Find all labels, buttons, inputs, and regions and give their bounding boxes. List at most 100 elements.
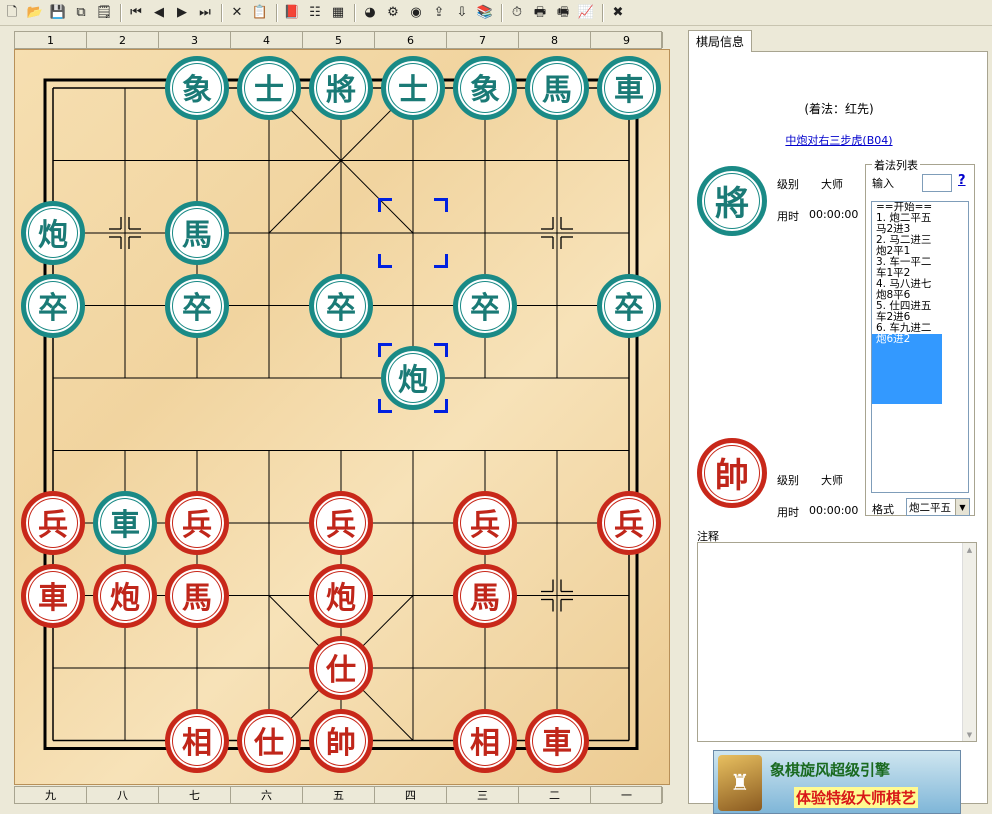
close-icon[interactable]: ✖ bbox=[608, 3, 628, 23]
black-piece[interactable]: 車 bbox=[93, 491, 157, 555]
red-piece[interactable]: 炮 bbox=[309, 563, 373, 628]
notes-textarea[interactable]: ▲ ▼ bbox=[697, 542, 977, 742]
move-input[interactable] bbox=[922, 174, 952, 192]
import-icon[interactable]: ⇩ bbox=[452, 3, 472, 23]
black-piece[interactable]: 炮 bbox=[21, 201, 85, 265]
black-piece[interactable]: 士 bbox=[381, 56, 445, 120]
red-piece[interactable]: 兵 bbox=[453, 491, 517, 555]
piece-label: 炮 bbox=[38, 218, 68, 253]
save-icon[interactable]: 💾 bbox=[48, 3, 68, 23]
black-piece[interactable]: 卒 bbox=[453, 273, 517, 338]
tree-icon[interactable]: ☷ bbox=[305, 3, 325, 23]
tab-game-info[interactable]: 棋局信息 bbox=[688, 30, 752, 52]
red-piece[interactable]: 相 bbox=[165, 708, 229, 773]
clock-icon[interactable]: ⏱ bbox=[507, 3, 527, 23]
red-level-label: 级别 bbox=[777, 474, 799, 487]
move-list-item[interactable]: 炮6进2 bbox=[872, 334, 942, 404]
black-piece[interactable]: 象 bbox=[165, 56, 229, 120]
engine-ad-banner[interactable]: ♜ 象棋旋风超级引擎 体验特级大师棋艺 bbox=[713, 750, 961, 814]
chart-icon[interactable]: 📈 bbox=[576, 3, 596, 23]
notes-scrollbar[interactable]: ▲ ▼ bbox=[962, 543, 976, 741]
ruler-top-label: 7 bbox=[447, 32, 519, 48]
black-time-value: 00:00:00 bbox=[809, 208, 859, 221]
opening-name-link[interactable]: 中炮对右三步虎(B04) bbox=[689, 132, 989, 148]
new-file-icon[interactable]: 🗋 bbox=[2, 3, 22, 23]
grid-icon[interactable]: ▦ bbox=[328, 3, 348, 23]
red-player-marshal-icon: 帥 bbox=[697, 438, 767, 508]
red-piece[interactable]: 兵 bbox=[165, 491, 229, 555]
black-piece[interactable]: 卒 bbox=[597, 273, 661, 338]
last-move-icon[interactable]: ⏭ bbox=[195, 3, 215, 23]
ruler-bottom-label: 五 bbox=[303, 787, 375, 803]
move-input-label: 输入 bbox=[872, 177, 894, 190]
format-select[interactable]: 炮二平五 ▼ bbox=[906, 498, 970, 516]
red-piece[interactable]: 帥 bbox=[309, 708, 373, 773]
next-move-icon[interactable]: ▶ bbox=[172, 3, 192, 23]
red-piece[interactable]: 車 bbox=[525, 708, 589, 773]
black-piece[interactable]: 將 bbox=[309, 56, 373, 120]
black-piece[interactable]: 車 bbox=[597, 56, 661, 120]
engine-icon[interactable]: ⚙ bbox=[383, 3, 403, 23]
move-list-group: 着法列表 输入 ? ==开始== 1. 炮二平五 马2进3 2. 马二进三 炮2平1… bbox=[865, 157, 975, 516]
ruler-top-label: 3 bbox=[159, 32, 231, 48]
move-list[interactable]: ==开始== 1. 炮二平五 马2进3 2. 马二进三 炮2平1 3. 车一平二 车1… bbox=[871, 201, 969, 493]
black-piece[interactable]: 卒 bbox=[165, 273, 229, 338]
column-ruler-top: 123456789 bbox=[14, 31, 663, 49]
ruler-top-label: 9 bbox=[591, 32, 663, 48]
black-piece[interactable]: 士 bbox=[237, 56, 301, 120]
piece-label: 馬 bbox=[182, 580, 212, 616]
library-icon[interactable]: 📚 bbox=[475, 3, 495, 23]
ruler-bottom-label: 一 bbox=[591, 787, 663, 803]
red-piece[interactable]: 馬 bbox=[453, 563, 517, 628]
chevron-down-icon[interactable]: ▼ bbox=[955, 499, 969, 515]
red-level-value: 大师 bbox=[821, 474, 843, 487]
red-piece[interactable]: 仕 bbox=[309, 636, 373, 700]
copy-board-icon[interactable]: ⧉ bbox=[71, 3, 91, 23]
move-list-title: 着法列表 bbox=[872, 157, 920, 173]
red-piece[interactable]: 兵 bbox=[309, 491, 373, 555]
black-level-label: 级别 bbox=[777, 178, 799, 191]
engine-logo-icon: ♜ bbox=[718, 755, 762, 811]
ruler-top-label: 5 bbox=[303, 32, 375, 48]
piece-label: 兵 bbox=[470, 508, 500, 543]
ruler-top-label: 1 bbox=[15, 32, 87, 48]
xiangqi-board[interactable]: 象士將士象馬車炮馬卒卒卒卒卒炮兵車兵兵兵兵車炮馬炮馬仕相仕帥相車 bbox=[14, 49, 670, 785]
first-move-icon[interactable]: ⏮ bbox=[126, 3, 146, 23]
export-icon[interactable]: ⇪ bbox=[429, 3, 449, 23]
ruler-top-label: 8 bbox=[519, 32, 591, 48]
paste-icon[interactable]: 📋 bbox=[250, 3, 270, 23]
red-piece[interactable]: 相 bbox=[453, 708, 517, 773]
red-piece[interactable]: 仕 bbox=[237, 708, 301, 773]
scroll-down-icon[interactable]: ▼ bbox=[963, 728, 976, 741]
black-piece[interactable]: 卒 bbox=[21, 273, 85, 338]
black-piece[interactable]: 馬 bbox=[525, 56, 589, 120]
last-move-to-marker bbox=[378, 343, 448, 413]
red-piece[interactable]: 兵 bbox=[597, 491, 661, 555]
piece-label: 士 bbox=[254, 73, 284, 108]
open-folder-icon[interactable]: 📂 bbox=[25, 3, 45, 23]
help-icon[interactable]: ? bbox=[958, 173, 966, 188]
previous-move-icon[interactable]: ◀ bbox=[149, 3, 169, 23]
color-wheel-icon[interactable]: ◕ bbox=[360, 3, 380, 23]
piece-label: 卒 bbox=[38, 290, 68, 326]
red-piece[interactable]: 車 bbox=[21, 563, 85, 628]
properties-icon[interactable]: 🗒 bbox=[94, 3, 114, 23]
red-piece[interactable]: 馬 bbox=[165, 563, 229, 628]
piece-label: 帥 bbox=[326, 725, 356, 761]
red-piece[interactable]: 兵 bbox=[21, 491, 85, 555]
delete-icon[interactable]: ✕ bbox=[227, 3, 247, 23]
print-preview-icon[interactable]: 🖷 bbox=[553, 3, 573, 23]
black-piece[interactable]: 卒 bbox=[309, 273, 373, 338]
first-move-info: (着法：红先) bbox=[804, 102, 874, 116]
red-piece[interactable]: 炮 bbox=[93, 563, 157, 628]
print-icon[interactable]: 🖶 bbox=[530, 3, 550, 23]
weibo-icon[interactable]: ◉ bbox=[406, 3, 426, 23]
toolbar-separator bbox=[221, 3, 222, 22]
ruler-top-label: 4 bbox=[231, 32, 303, 48]
black-piece[interactable]: 馬 bbox=[165, 201, 229, 265]
book-icon[interactable]: 📕 bbox=[282, 3, 302, 23]
ruler-bottom-label: 六 bbox=[231, 787, 303, 803]
red-time-value: 00:00:00 bbox=[809, 504, 859, 517]
scroll-up-icon[interactable]: ▲ bbox=[963, 543, 976, 556]
black-piece[interactable]: 象 bbox=[453, 56, 517, 120]
